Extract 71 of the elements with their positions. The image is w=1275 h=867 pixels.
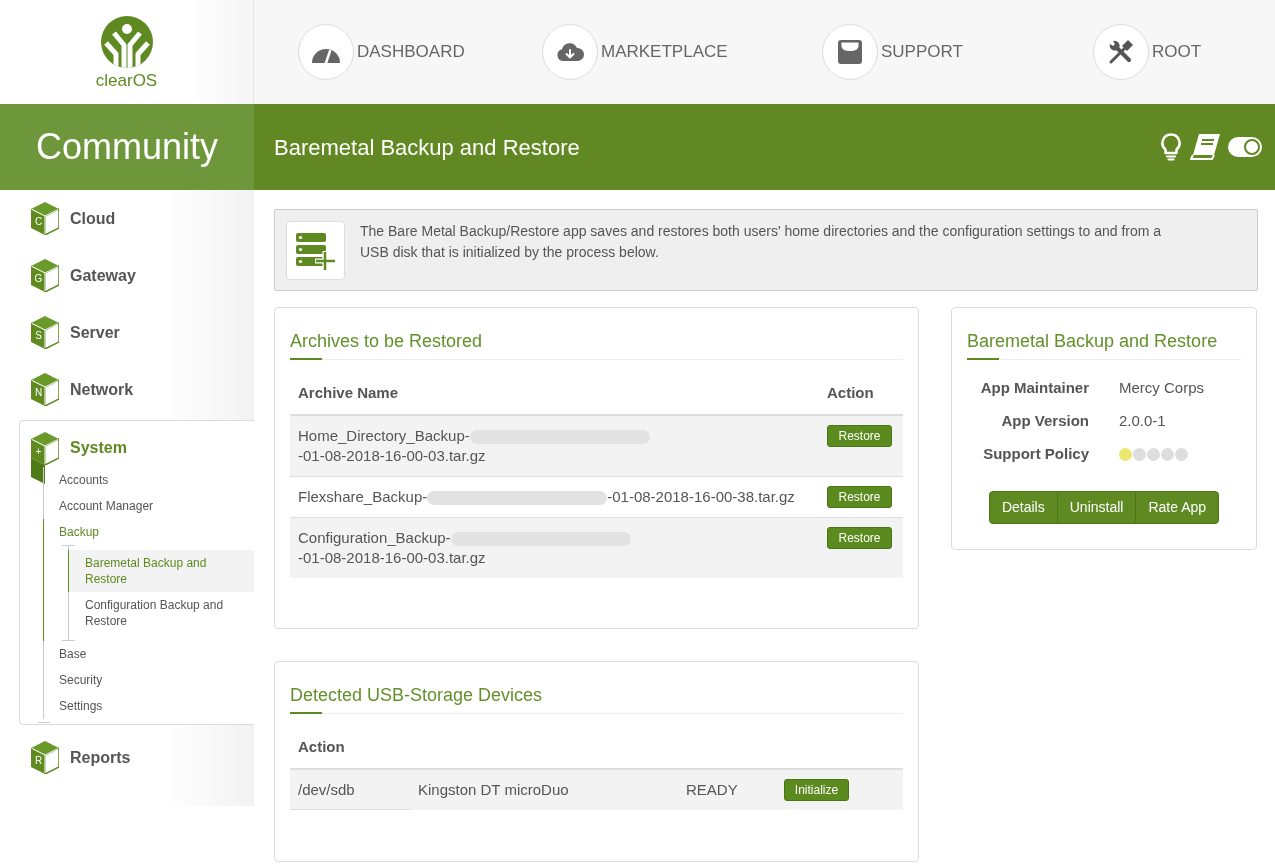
- archive-name: Home_Directory_Backup-: [298, 427, 470, 444]
- column-header: Action: [826, 383, 875, 403]
- cube-icon: [31, 373, 59, 406]
- panel-title: Detected USB-Storage Devices: [290, 684, 544, 707]
- sidebar-item[interactable]: Account Manager: [59, 493, 254, 519]
- initialize-button[interactable]: Initialize: [784, 779, 849, 801]
- gauge-icon: [298, 24, 354, 80]
- archive-name: -01-08-2018-16-00-03.tar.gz: [298, 549, 486, 566]
- column-header: Action: [297, 737, 346, 757]
- cloud-download-icon: [542, 24, 598, 80]
- logo-icon: [100, 15, 153, 68]
- nav-link[interactable]: ROOT: [1093, 24, 1202, 80]
- intro-text: The Bare Metal Backup/Restore app saves and restores both users' home directories and the configuration settings to and from a USB disk that is initialized by the process below.: [360, 222, 1163, 262]
- lightbulb-icon[interactable]: [1160, 133, 1182, 161]
- restore-button[interactable]: Restore: [827, 425, 892, 447]
- archive-name: Configuration_Backup-: [298, 529, 451, 546]
- table-cell-text: READY: [685, 780, 739, 800]
- logo-text: clearOS: [95, 71, 158, 89]
- sidebar-subitem[interactable]: Baremetal Backup and Restore: [68, 550, 254, 592]
- category-ribbon-icon: [31, 458, 45, 484]
- app-action-button[interactable]: Details: [988, 491, 1058, 524]
- archive-name: -01-08-2018-16-00-03.tar.gz: [298, 447, 486, 464]
- restore-button[interactable]: Restore: [827, 527, 892, 549]
- sidebar-category[interactable]: S Server: [0, 304, 254, 361]
- field-label: Support Policy: [982, 444, 1089, 465]
- sidebar-subitem[interactable]: Configuration Backup and Restore: [69, 592, 254, 634]
- app-action-button[interactable]: Rate App: [1135, 491, 1220, 524]
- cube-icon: [31, 202, 59, 235]
- cube-letter: S: [34, 330, 43, 342]
- cube-icon: [31, 259, 59, 292]
- sidebar-category[interactable]: R Reports: [0, 729, 254, 786]
- column-header: Archive Name: [297, 383, 400, 403]
- page-title: Baremetal Backup and Restore: [274, 133, 580, 162]
- archive-name: Flexshare_Backup-: [298, 488, 428, 505]
- cube-icon: [31, 431, 59, 465]
- archive-name: -01-08-2018-16-00-38.tar.gz: [607, 488, 795, 505]
- tools-icon: [1093, 24, 1149, 80]
- sidebar-item[interactable]: Settings: [59, 693, 254, 719]
- field-label: App Maintainer: [979, 378, 1089, 399]
- inbox-tray-icon: [822, 24, 878, 80]
- panel-title: Baremetal Backup and Restore: [967, 330, 1219, 353]
- sidebar-category[interactable]: G Gateway: [0, 247, 254, 304]
- toggle-switch-icon[interactable]: [1228, 137, 1262, 157]
- sidebar-category[interactable]: C Cloud: [0, 190, 254, 247]
- field-value: Mercy Corps: [1119, 378, 1205, 399]
- sidebar-item[interactable]: Accounts: [59, 467, 254, 493]
- app-action-button[interactable]: Uninstall: [1056, 491, 1137, 524]
- sidebar-item[interactable]: Security: [59, 667, 254, 693]
- sidebar-item[interactable]: Backup: [59, 519, 254, 545]
- sidebar-item[interactable]: Base: [59, 641, 254, 667]
- sidebar-category[interactable]: + System: [20, 421, 254, 467]
- cube-letter: R: [33, 755, 44, 767]
- nav-link[interactable]: DASHBOARD: [298, 24, 465, 80]
- restore-button[interactable]: Restore: [827, 486, 892, 508]
- nav-link[interactable]: MARKETPLACE: [542, 24, 728, 80]
- cube-letter: G: [33, 273, 44, 285]
- server-add-icon: [286, 221, 345, 280]
- sidebar-category[interactable]: N Network: [0, 361, 254, 418]
- cube-icon: [31, 316, 59, 349]
- table-cell: /dev/sdb: [290, 770, 410, 810]
- field-label: App Version: [1000, 411, 1089, 432]
- nav-link[interactable]: SUPPORT: [822, 24, 963, 80]
- edition-banner: Community: [0, 104, 254, 190]
- cube-letter: N: [33, 387, 44, 399]
- field-value: 2.0.0-1: [1119, 411, 1167, 432]
- cube-letter: C: [33, 216, 44, 228]
- table-cell-text: Kingston DT microDuo: [417, 780, 570, 800]
- cube-letter: +: [34, 445, 43, 458]
- cube-icon: [31, 741, 59, 774]
- panel-title: Archives to be Restored: [290, 330, 484, 353]
- book-icon[interactable]: [1190, 134, 1220, 160]
